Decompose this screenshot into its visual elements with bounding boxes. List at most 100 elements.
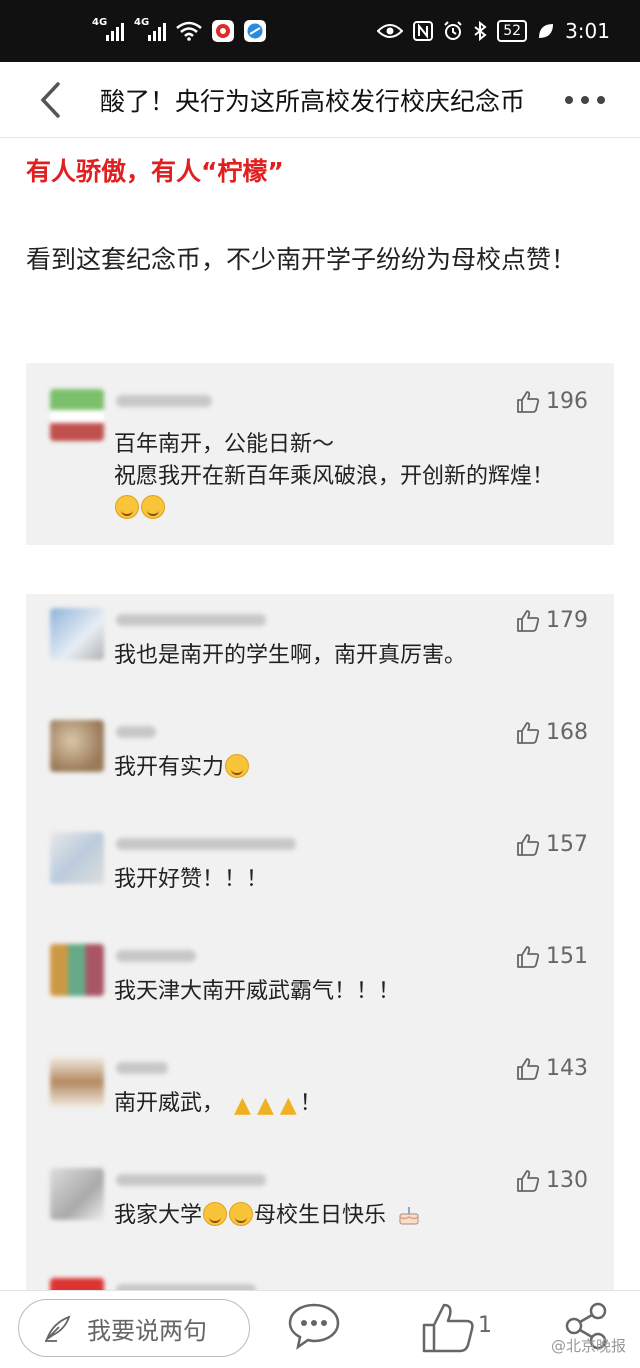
avatar bbox=[50, 944, 104, 996]
like-number: 168 bbox=[546, 720, 588, 745]
bottom-action-bar: 我要说两句 1 @北京晚报 bbox=[0, 1290, 640, 1368]
cake-emoji-icon bbox=[399, 1207, 419, 1225]
comment-text: 我家大学 母校生日快乐 bbox=[114, 1200, 584, 1232]
like-count[interactable]: 157 bbox=[516, 832, 588, 857]
status-bar: 4G 4G 52 3:01 bbox=[0, 0, 640, 62]
comment-item: 143 南开威武， ▲ ▲ ▲！ bbox=[26, 1042, 614, 1154]
like-thumbs-up-icon[interactable] bbox=[420, 1301, 476, 1355]
like-count[interactable]: 151 bbox=[516, 944, 588, 969]
network-type-1: 4G bbox=[92, 17, 108, 28]
more-dot-icon bbox=[581, 95, 589, 104]
bluetooth-icon bbox=[474, 21, 487, 41]
thumbs-up-icon bbox=[517, 945, 540, 968]
avatar bbox=[50, 608, 104, 660]
like-count[interactable]: 130 bbox=[516, 1168, 588, 1193]
chevron-left-icon bbox=[40, 81, 60, 118]
quill-pen-icon bbox=[45, 1315, 71, 1342]
browser-app-icon bbox=[244, 20, 266, 42]
username-blurred bbox=[116, 1062, 168, 1074]
avatar bbox=[50, 389, 104, 441]
eye-comfort-icon bbox=[377, 24, 404, 38]
comment-line: 祝愿我开在新百年乘风破浪，开创新的辉煌！ bbox=[114, 461, 584, 493]
more-options-button[interactable] bbox=[530, 62, 640, 138]
like-number: 143 bbox=[546, 1056, 588, 1081]
comment-screenshot-card: 179 我也是南开的学生啊，南开真厉害。 168 我开有实力 157 我开好赞！… bbox=[26, 594, 614, 1294]
comment-text: 我开有实力 bbox=[114, 752, 584, 784]
thumbs-up-emoji-icon: ▲ bbox=[256, 1093, 274, 1118]
hug-emoji-icon bbox=[141, 495, 165, 519]
like-number: 179 bbox=[546, 608, 588, 633]
comment-line-text: ！ bbox=[299, 1091, 322, 1116]
thumbs-up-icon bbox=[517, 390, 540, 413]
thumbs-up-icon bbox=[517, 833, 540, 856]
comment-line-text: 祝愿我开在新百年乘风破浪，开创新的辉煌！ bbox=[114, 464, 555, 489]
like-number: 196 bbox=[546, 389, 588, 414]
wifi-icon bbox=[176, 21, 202, 41]
comment-input-button[interactable]: 我要说两句 bbox=[18, 1299, 250, 1357]
thumbs-up-icon bbox=[517, 609, 540, 632]
comment-line-text: 母校生日快乐 bbox=[254, 1203, 387, 1228]
comment-line-text: 我开有实力 bbox=[114, 755, 225, 780]
smirk-emoji-icon bbox=[225, 754, 250, 778]
avatar bbox=[50, 832, 104, 884]
thumbs-up-icon bbox=[517, 1057, 540, 1080]
comment-placeholder: 我要说两句 bbox=[87, 1316, 207, 1345]
comment-line-text: 我家大学 bbox=[114, 1203, 203, 1228]
thumbs-up-icon bbox=[517, 721, 540, 744]
comment-item: 130 我家大学 母校生日快乐 bbox=[26, 1154, 614, 1266]
leaf-icon bbox=[539, 24, 554, 38]
clock: 3:01 bbox=[565, 19, 610, 43]
more-dot-icon bbox=[565, 95, 573, 104]
username-blurred bbox=[116, 838, 296, 850]
signal-icon-2: 4G bbox=[134, 17, 166, 41]
alarm-icon bbox=[444, 21, 462, 40]
username-blurred bbox=[116, 1174, 266, 1186]
comment-text: 百年南开，公能日新～ 祝愿我开在新百年乘风破浪，开创新的辉煌！ bbox=[114, 429, 584, 525]
article-header: 酸了！央行为这所高校发行校庆纪念币 bbox=[0, 62, 640, 138]
hug-emoji-icon bbox=[115, 495, 139, 519]
article-subheading: 有人骄傲，有人“柠檬” bbox=[26, 157, 284, 186]
article-paragraph: 看到这套纪念币，不少南开学子纷纷为母校点赞！ bbox=[26, 245, 577, 274]
network-type-2: 4G bbox=[134, 17, 150, 28]
comment-text: 我开好赞！！！ bbox=[114, 867, 269, 892]
emoji-row bbox=[114, 493, 584, 525]
thumbs-up-emoji-icon: ▲ bbox=[234, 1093, 251, 1118]
comment-item: 179 我也是南开的学生啊，南开真厉害。 bbox=[26, 594, 614, 706]
more-dot-icon bbox=[597, 95, 605, 104]
comment-line: 百年南开，公能日新～ bbox=[114, 432, 335, 457]
like-total: 1 bbox=[478, 1313, 492, 1338]
username-blurred bbox=[116, 614, 266, 626]
heart-eyes-emoji-icon bbox=[203, 1202, 228, 1226]
comment-text: 南开威武， ▲ ▲ ▲！ bbox=[114, 1088, 584, 1122]
battery-level: 52 bbox=[497, 20, 528, 42]
avatar bbox=[50, 1056, 104, 1108]
page-title: 酸了！央行为这所高校发行校庆纪念币 bbox=[100, 86, 526, 116]
like-count[interactable]: 168 bbox=[516, 720, 588, 745]
like-count[interactable]: 179 bbox=[516, 608, 588, 633]
heart-eyes-emoji-icon bbox=[229, 1202, 254, 1226]
comment-line-text: 南开威武， bbox=[114, 1091, 225, 1116]
watermark: @北京晚报 bbox=[550, 1337, 626, 1355]
like-count[interactable]: 196 bbox=[516, 389, 588, 414]
back-button[interactable] bbox=[0, 62, 100, 138]
news-app-icon bbox=[212, 20, 234, 42]
comment-item: 151 我天津大南开威武霸气！！！ bbox=[26, 930, 614, 1042]
comment-text: 我天津大南开威武霸气！！！ bbox=[114, 979, 401, 1004]
like-number: 151 bbox=[546, 944, 588, 969]
avatar bbox=[50, 720, 104, 772]
signal-icon: 4G bbox=[92, 17, 124, 41]
thumbs-up-icon bbox=[517, 1169, 540, 1192]
nfc-icon bbox=[413, 21, 434, 41]
status-left: 4G 4G bbox=[92, 17, 266, 42]
like-number: 130 bbox=[546, 1168, 588, 1193]
like-number: 157 bbox=[546, 832, 588, 857]
username-blurred bbox=[116, 395, 212, 407]
comment-item: 196 百年南开，公能日新～ 祝愿我开在新百年乘风破浪，开创新的辉煌！ bbox=[26, 375, 614, 545]
like-count[interactable]: 143 bbox=[516, 1056, 588, 1081]
comment-item: 168 我开有实力 bbox=[26, 706, 614, 818]
avatar bbox=[50, 1168, 104, 1220]
username-blurred bbox=[116, 726, 156, 738]
comment-bubble-icon[interactable] bbox=[286, 1301, 342, 1351]
comment-item: 157 我开好赞！！！ bbox=[26, 818, 614, 930]
username-blurred bbox=[116, 950, 196, 962]
